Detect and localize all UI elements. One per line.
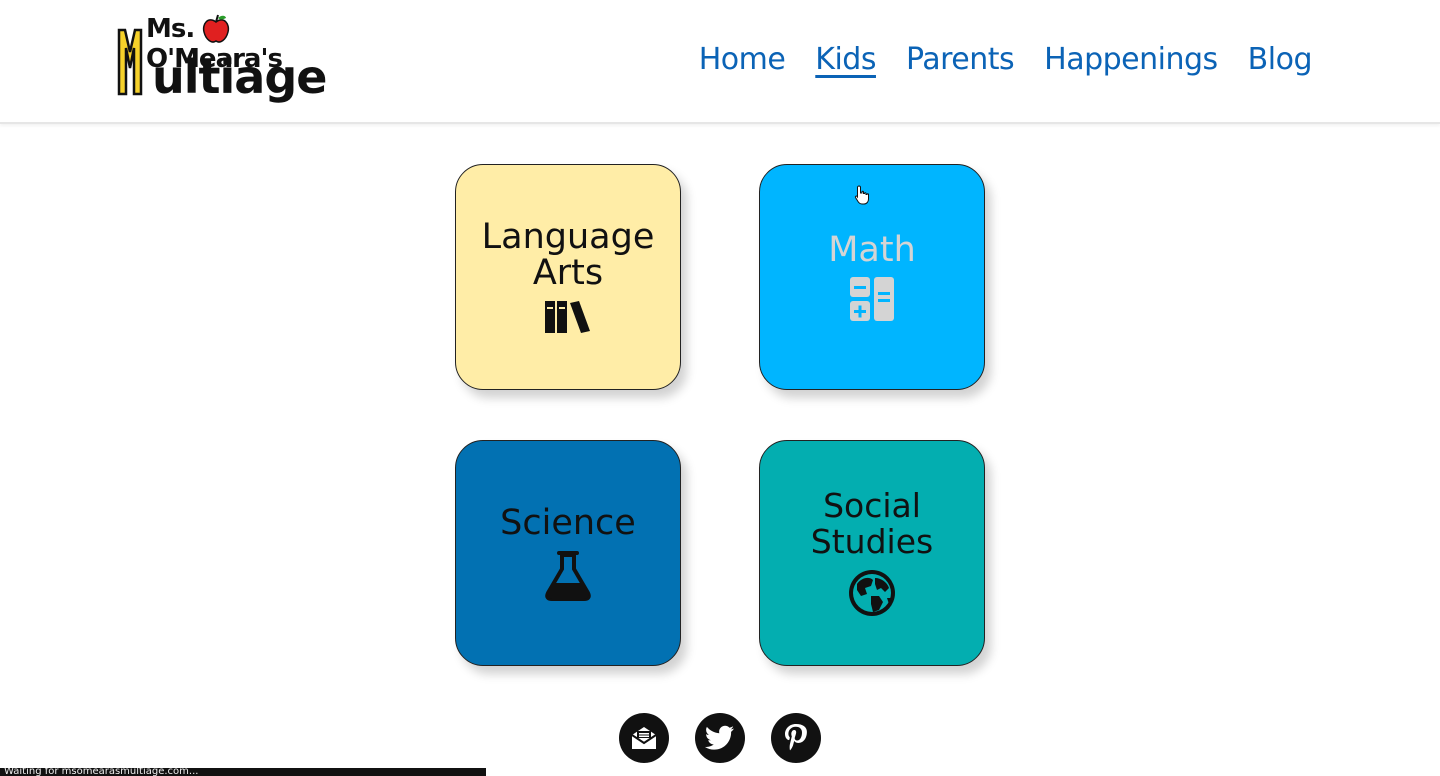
pinterest-icon [785, 724, 807, 751]
pinterest-link[interactable] [771, 713, 821, 763]
tile-science[interactable]: Science [455, 440, 681, 666]
browser-status-bar: Waiting for msomearasmultiage.com... [0, 768, 486, 776]
newsletter-icon [631, 727, 657, 749]
hand-cursor-icon [854, 185, 869, 205]
globe-icon [849, 570, 895, 616]
tile-label-language: Language [481, 217, 655, 257]
logo-bottom-text: ultiage [152, 50, 327, 104]
social-links [619, 713, 821, 763]
apple-icon [202, 14, 230, 43]
nav-kids[interactable]: Kids [815, 42, 876, 77]
tile-social-studies[interactable]: Social Studies [759, 440, 985, 666]
newsletter-link[interactable] [619, 713, 669, 763]
nav-happenings[interactable]: Happenings [1044, 42, 1218, 77]
tile-label-arts: Arts [532, 253, 604, 293]
main-nav: Home Kids Parents Happenings Blog [699, 42, 1313, 77]
twitter-icon [705, 725, 734, 750]
calculator-icon [850, 277, 894, 321]
tile-math[interactable]: Math [759, 164, 985, 390]
nav-blog[interactable]: Blog [1248, 42, 1313, 77]
flask-icon [545, 551, 591, 601]
nav-parents[interactable]: Parents [906, 42, 1015, 77]
nav-home[interactable]: Home [699, 42, 786, 77]
logo-pencil-m [117, 28, 143, 96]
tile-label-social-studies: Social Studies [810, 486, 934, 561]
site-header: Ms. O'Meara's ultiage Home Kids Parents … [0, 0, 1440, 124]
tile-label-math: Math [828, 230, 916, 270]
tile-label-science: Science [500, 503, 636, 543]
twitter-link[interactable] [695, 713, 745, 763]
tile-language-arts[interactable]: Language Arts [455, 164, 681, 390]
site-logo[interactable]: Ms. O'Meara's ultiage [116, 12, 330, 112]
books-icon [545, 301, 590, 333]
